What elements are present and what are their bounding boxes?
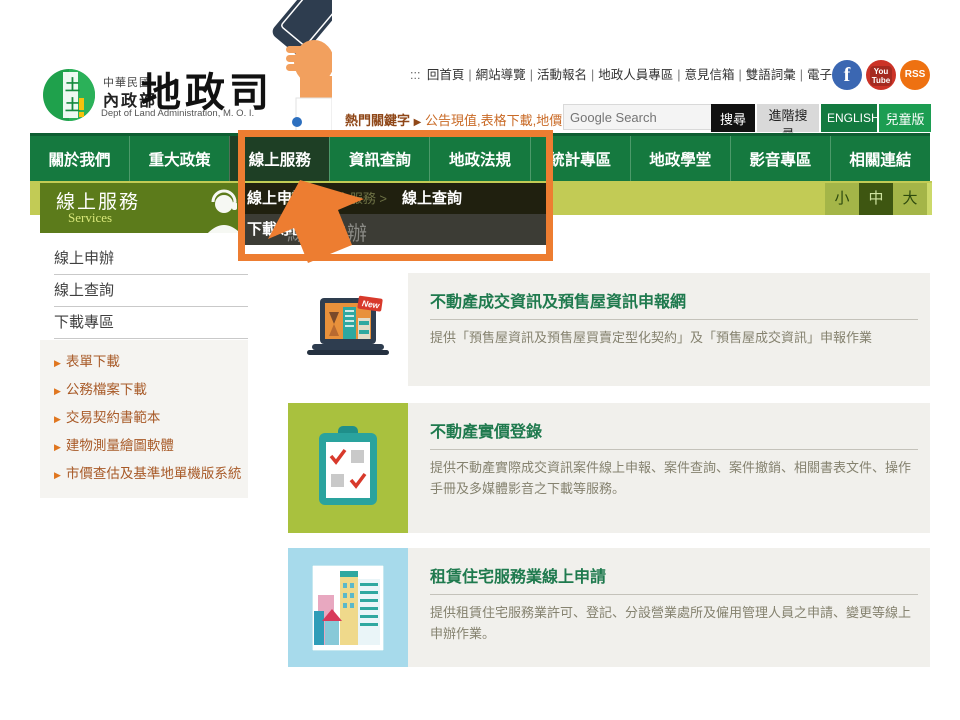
card-icon-box: New [288,273,408,386]
sidebar-sub-valuation-system[interactable]: ▶ 市價查估及基準地單機版系統 [40,460,248,488]
sidebar-header: 線上服務 Services [40,183,242,233]
link-sitemap[interactable]: 網站導覽 [476,68,537,82]
dropdown-item-downloads[interactable]: 下載專區 [247,214,307,245]
header-quicklinks: ::: 回首頁網站導覽活動報名地政人員專區意見信箱雙語詞彙電子報 [410,64,830,83]
sidebar-sub-form-download[interactable]: ▶ 表單下載 [40,348,248,376]
font-size-large[interactable]: 大 [893,183,927,215]
advanced-search-button[interactable]: 進階搜尋 [757,104,819,132]
link-home[interactable]: 回首頁 [427,68,476,82]
link-bilingual-glossary[interactable]: 雙語詞彙 [746,68,807,82]
sidebar-menu: 線上申辦 線上查詢 下載專區 ▶ 表單下載 ▶ 公務檔案下載 ▶ 交易契約書範本 ▶ 建… [40,243,248,498]
nav-item-about[interactable]: 關於我們 [30,136,129,181]
service-card-price-registration[interactable]: 不動產實價登錄 提供不動產實際成交資訊案件線上申報、案件查詢、案件撤銷、相關書表… [288,403,930,533]
font-size-medium[interactable]: 中 [859,183,893,215]
font-size-small[interactable]: 小 [825,183,859,215]
logo-english-caption: Dept of Land Administration, M. O. I. [101,108,254,119]
nav-item-academy[interactable]: 地政學堂 [630,136,730,181]
online-services-dropdown: 首頁 > 線上服務 > 線上申辦 線上查詢 線上申辦 下載專區 [243,183,546,245]
dropdown-item-online-query[interactable]: 線上查詢 [402,183,462,214]
sidebar-sub-label: 表單下載 [66,354,120,369]
dropdown-row: 線上申辦 下載專區 [243,214,546,245]
card-description: 提供租賃住宅服務業許可、登記、分設營業處所及僱用管理人員之申請、變更等線上申辦作… [430,602,918,645]
dropdown-item-online-apply[interactable]: 線上申辦 [247,183,307,214]
rss-icon[interactable]: RSS [900,60,930,90]
youtube-icon-text-top: You [874,67,889,76]
nav-item-statistics[interactable]: 統計專區 [530,136,630,181]
nav-item-info-query[interactable]: 資訊查詢 [329,136,429,181]
sidebar-sub-label: 交易契約書範本 [66,410,161,425]
card-title-underline [430,319,918,320]
card-description: 提供不動產實際成交資訊案件線上申報、案件查詢、案件撤銷、相關書表文件、操作手冊及… [430,457,918,500]
band-end-patch [927,183,932,215]
link-staff-area[interactable]: 地政人員專區 [598,68,684,82]
sidebar-subtitle: Services [68,210,112,226]
hot-keywords-arrow-icon: ▶ [414,117,422,128]
card-description: 提供「預售屋資訊及預售屋買賣定型化契約」及「預售屋成交資訊」申報作業 [430,327,918,348]
hot-keywords-label: 熱門關鍵字 [345,113,410,128]
card-body: 不動產成交資訊及預售屋資訊申報網 提供「預售屋資訊及預售屋買賣定型化契約」及「預… [408,273,930,386]
hot-keywords-list[interactable]: 公告現值,表格下載,地價 [425,113,562,128]
sidebar-item-online-query[interactable]: 線上查詢 [40,275,248,306]
sidebar-divider [54,338,248,339]
sidebar-sublist: ▶ 表單下載 ▶ 公務檔案下載 ▶ 交易契約書範本 ▶ 建物測量繪圖軟體 ▶ 市價查估及基… [40,340,248,498]
search-button[interactable]: 搜尋 [711,104,755,132]
card-title-underline [430,594,918,595]
nav-item-online-services[interactable]: 線上服務 [229,136,329,181]
sidebar-sub-label: 公務檔案下載 [66,382,147,397]
sidebar-sub-label: 建物測量繪圖軟體 [66,438,174,453]
bullet-arrow-icon: ▶ [54,414,61,424]
card-title[interactable]: 不動產成交資訊及預售屋資訊申報網 [430,288,918,312]
buildings-icon [312,565,384,651]
main-nav: 關於我們 重大政策 線上服務 資訊查詢 地政法規 統計專區 地政學堂 影音專區 … [30,133,930,181]
nav-item-media[interactable]: 影音專區 [730,136,830,181]
accesskey-marker: ::: [410,68,420,82]
font-size-switcher: 小 中 大 [825,183,927,215]
card-title[interactable]: 租賃住宅服務業線上申請 [430,563,918,587]
youtube-icon[interactable]: YouTube [866,60,896,90]
service-card-presale-reporting[interactable]: New 不動產成交資訊及預售屋資訊申報網 提供「預售屋資訊及預售屋買賣定型化契約… [288,273,930,386]
bullet-arrow-icon: ▶ [54,386,61,396]
sidebar-sub-survey-software[interactable]: ▶ 建物測量繪圖軟體 [40,432,248,460]
headset-service-icon [204,189,242,233]
nav-item-policy[interactable]: 重大政策 [129,136,229,181]
nav-item-land-regulations[interactable]: 地政法規 [429,136,529,181]
nav-item-related-links[interactable]: 相關連結 [830,136,930,181]
youtube-icon-text-bottom: Tube [872,76,891,85]
search-input[interactable] [563,104,715,130]
card-title[interactable]: 不動產實價登錄 [430,418,918,442]
card-body: 租賃住宅服務業線上申請 提供租賃住宅服務業許可、登記、分設營業處所及僱用管理人員… [408,548,930,667]
agency-logo-icon: 土 土 [42,68,96,122]
bullet-arrow-icon: ▶ [54,470,61,480]
sidebar-item-downloads[interactable]: 下載專區 [40,307,248,338]
sidebar-sub-official-files[interactable]: ▶ 公務檔案下載 [40,376,248,404]
bullet-arrow-icon: ▶ [54,358,61,368]
sidebar-sub-label: 市價查估及基準地單機版系統 [66,466,242,481]
dropdown-row: 首頁 > 線上服務 > 線上申辦 線上查詢 [243,183,546,214]
svg-text:土: 土 [65,96,80,114]
hot-keywords: 熱門關鍵字 ▶ 公告現值,表格下載,地價 [345,110,562,129]
card-body: 不動產實價登錄 提供不動產實際成交資訊案件線上申報、案件查詢、案件撤銷、相關書表… [408,403,930,533]
clipboard-checklist-icon [310,424,386,512]
card-icon-box [288,548,408,667]
facebook-icon[interactable]: f [832,60,862,90]
sidebar-item-online-apply[interactable]: 線上申辦 [40,243,248,274]
svg-text:土: 土 [65,76,80,94]
laptop-new-icon: New [305,294,391,366]
english-version-button[interactable]: ENGLISH [821,104,877,132]
kids-version-button[interactable]: 兒童版 [879,104,931,132]
bullet-arrow-icon: ▶ [54,442,61,452]
phone-in-hand-illustration [250,0,332,133]
card-title-underline [430,449,918,450]
service-card-rental-housing[interactable]: 租賃住宅服務業線上申請 提供租賃住宅服務業許可、登記、分設營業處所及僱用管理人員… [288,548,930,667]
link-event-signup[interactable]: 活動報名 [537,68,598,82]
sidebar-sub-contract-templates[interactable]: ▶ 交易契約書範本 [40,404,248,432]
link-mailbox[interactable]: 意見信箱 [684,68,745,82]
card-icon-box [288,403,408,533]
